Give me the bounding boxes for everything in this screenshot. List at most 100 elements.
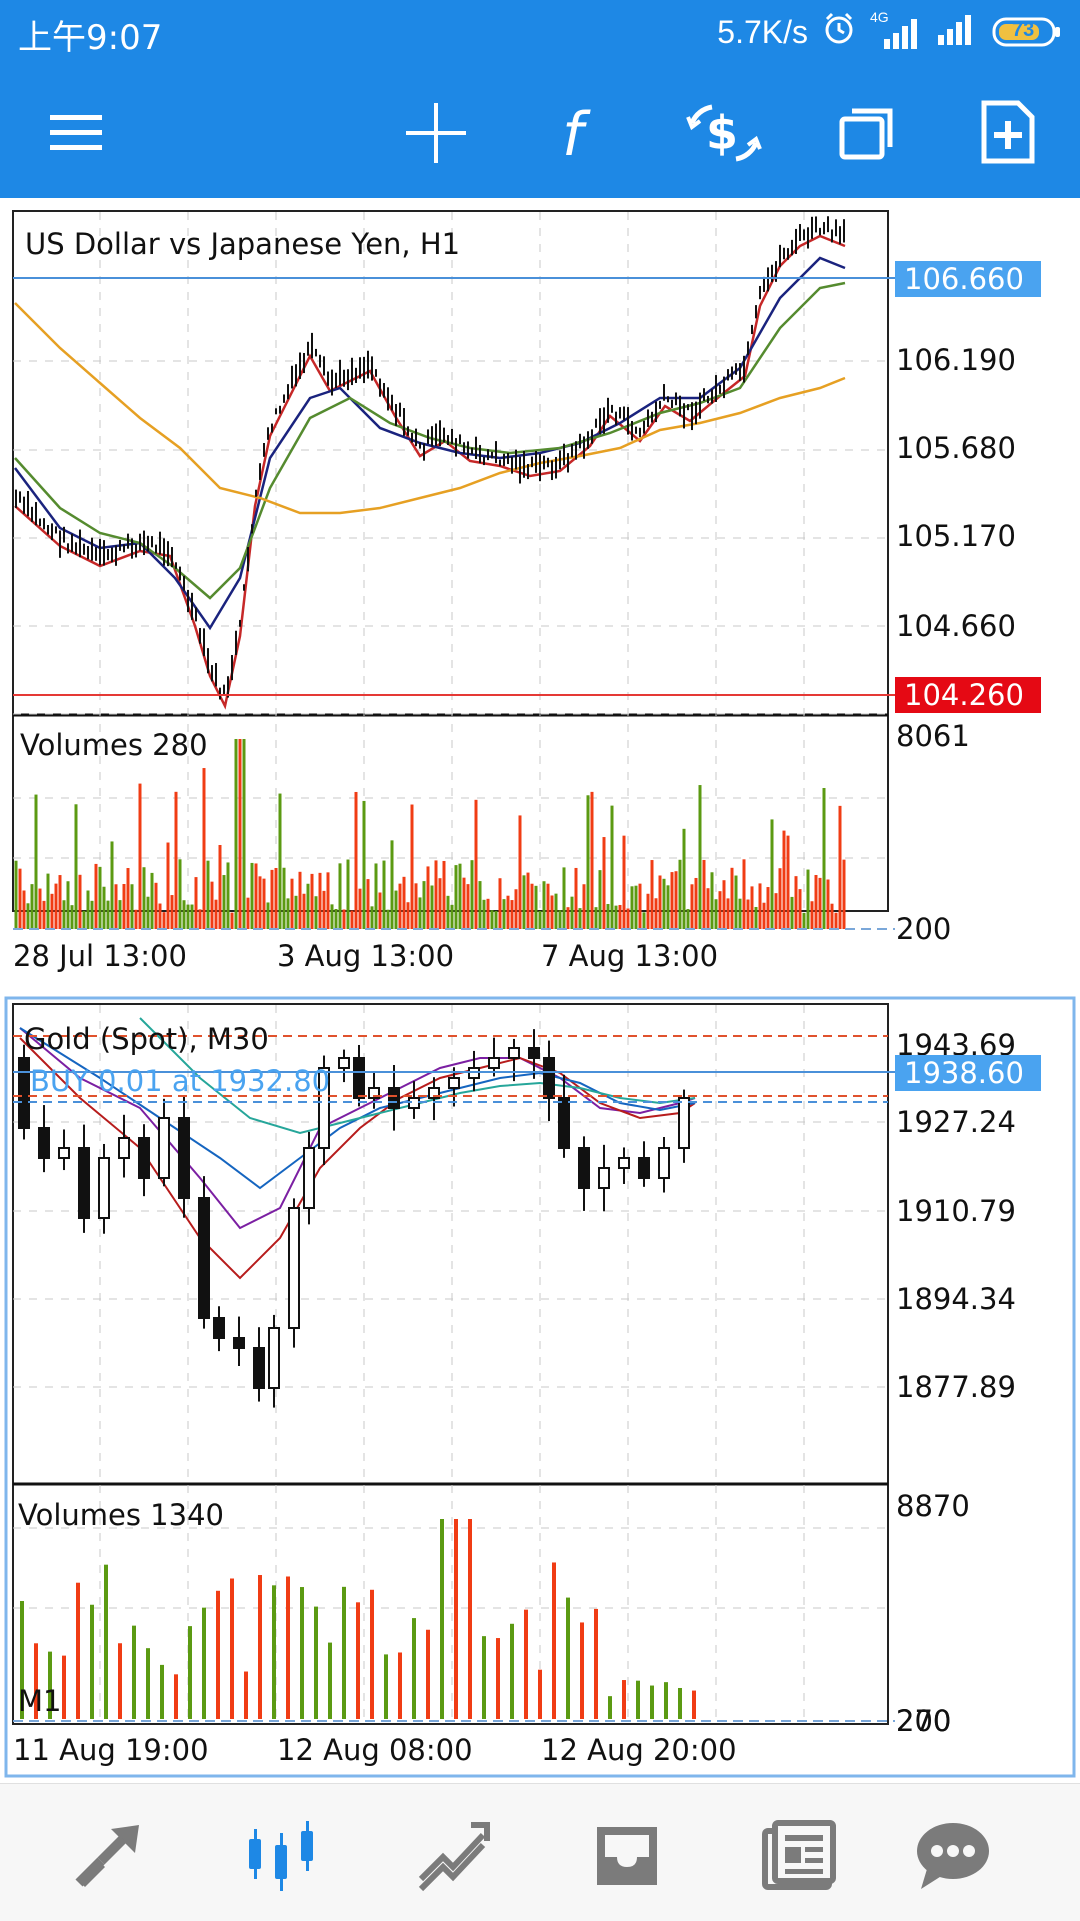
volume-bar bbox=[298, 871, 302, 929]
volume-bar bbox=[678, 859, 682, 929]
volume-bar bbox=[234, 739, 238, 929]
charts-svg[interactable]: US Dollar vs Japanese Yen, H1 Volumes 28… bbox=[0, 198, 1080, 1783]
volume-bar bbox=[686, 909, 690, 929]
volume-bar bbox=[230, 912, 234, 929]
volume-bar bbox=[160, 1664, 164, 1719]
chart2-time-tick: 12 Aug 20:00 bbox=[541, 1733, 737, 1767]
volume-bar bbox=[62, 900, 66, 929]
volume-bar bbox=[642, 912, 646, 929]
volume-bar bbox=[554, 893, 558, 929]
volume-bar bbox=[510, 1623, 514, 1719]
history-icon[interactable] bbox=[410, 1812, 496, 1898]
chart1-time-tick: 3 Aug 13:00 bbox=[277, 939, 454, 973]
candle-body bbox=[658, 1147, 670, 1179]
volume-bar bbox=[562, 867, 566, 929]
volume-bar bbox=[90, 1604, 94, 1719]
volume-bar bbox=[202, 768, 206, 929]
volume-bar bbox=[334, 908, 338, 929]
candle-body bbox=[303, 1147, 315, 1209]
volume-bar bbox=[188, 1626, 192, 1719]
volume-bar bbox=[390, 840, 394, 929]
volume-bar bbox=[330, 904, 334, 929]
volume-bar bbox=[718, 891, 722, 929]
candle-body bbox=[38, 1127, 50, 1159]
chart1-volume-min: 200 bbox=[896, 912, 951, 946]
volume-bar bbox=[110, 841, 114, 929]
chart1-title: US Dollar vs Japanese Yen, H1 bbox=[25, 227, 460, 261]
candle-body bbox=[543, 1057, 555, 1099]
volume-bar bbox=[664, 1682, 668, 1719]
volume-bar bbox=[386, 909, 390, 929]
volume-bar bbox=[250, 862, 254, 929]
volume-bar bbox=[422, 881, 426, 929]
candle-body bbox=[388, 1087, 400, 1109]
volume-bar bbox=[122, 883, 126, 929]
volume-bar bbox=[814, 874, 818, 929]
volume-bar bbox=[286, 1576, 290, 1719]
volume-bar bbox=[670, 872, 674, 929]
inbox-icon[interactable] bbox=[584, 1812, 670, 1898]
clock: 上午9:07 bbox=[18, 18, 163, 58]
volume-bar bbox=[94, 863, 98, 929]
volume-bar bbox=[706, 888, 710, 929]
volume-bar bbox=[474, 799, 478, 929]
volume-bar bbox=[354, 791, 358, 929]
candle-body bbox=[638, 1157, 650, 1179]
candle-body bbox=[338, 1057, 350, 1069]
volume-bar bbox=[838, 805, 842, 929]
volume-bar bbox=[270, 869, 274, 929]
volume-bar bbox=[698, 785, 702, 929]
chart1-volume-bars bbox=[14, 739, 846, 929]
volume-bar bbox=[244, 1671, 248, 1719]
volume-bar bbox=[114, 884, 118, 929]
volume-bar bbox=[142, 867, 146, 929]
status-bar: 上午9:07 5.7K/s 4G 73 bbox=[0, 0, 1080, 65]
volume-bar bbox=[510, 900, 514, 929]
symbols-icon[interactable]: $ bbox=[684, 93, 764, 173]
chat-icon[interactable] bbox=[910, 1812, 996, 1898]
volume-bar bbox=[794, 876, 798, 929]
candle-body bbox=[78, 1147, 90, 1219]
volume-bar bbox=[76, 1582, 80, 1719]
volume-bar bbox=[842, 859, 846, 929]
menu-icon[interactable] bbox=[36, 93, 116, 173]
volume-bar bbox=[134, 909, 138, 929]
volume-bar bbox=[734, 875, 738, 929]
volume-bar bbox=[414, 883, 418, 929]
volume-bar bbox=[158, 903, 162, 929]
trade-icon[interactable] bbox=[66, 1812, 152, 1898]
chart-toolbar: f $ bbox=[0, 65, 1080, 198]
svg-text:f: f bbox=[562, 101, 591, 165]
chart2-order-label[interactable]: BUY 0.01 at 1932.80 bbox=[30, 1064, 330, 1098]
chart2-volume-min: 200 bbox=[896, 1704, 951, 1738]
volume-bar bbox=[654, 898, 658, 929]
volume-bar bbox=[178, 859, 182, 929]
volume-bar bbox=[290, 878, 294, 929]
volume-bar bbox=[406, 902, 410, 929]
crosshair-icon[interactable] bbox=[396, 93, 476, 173]
volume-bar bbox=[494, 910, 498, 929]
battery-level: 73 bbox=[1012, 19, 1035, 41]
volume-bar bbox=[74, 804, 78, 929]
volume-bar bbox=[294, 895, 298, 929]
chart2-price-tick: 1910.79 bbox=[896, 1194, 1016, 1228]
volume-bar bbox=[598, 870, 602, 929]
volume-bar bbox=[552, 1562, 556, 1719]
candle-body bbox=[138, 1137, 150, 1179]
volume-bar bbox=[54, 883, 58, 929]
indicators-icon[interactable]: f bbox=[540, 93, 620, 173]
volume-bar bbox=[418, 897, 422, 929]
volume-bar bbox=[162, 912, 166, 929]
volume-bar bbox=[214, 899, 218, 929]
volume-bar bbox=[782, 830, 786, 929]
volume-bar bbox=[466, 884, 470, 929]
volume-bar bbox=[830, 903, 834, 929]
windows-icon[interactable] bbox=[828, 93, 908, 173]
chart-icon[interactable] bbox=[238, 1812, 324, 1898]
news-icon[interactable] bbox=[756, 1812, 842, 1898]
candle-body bbox=[158, 1117, 170, 1179]
volume-bar bbox=[570, 896, 574, 929]
volume-bar bbox=[602, 837, 606, 929]
new-order-icon[interactable] bbox=[968, 93, 1048, 173]
chart1-price-tick: 105.170 bbox=[896, 519, 1016, 553]
